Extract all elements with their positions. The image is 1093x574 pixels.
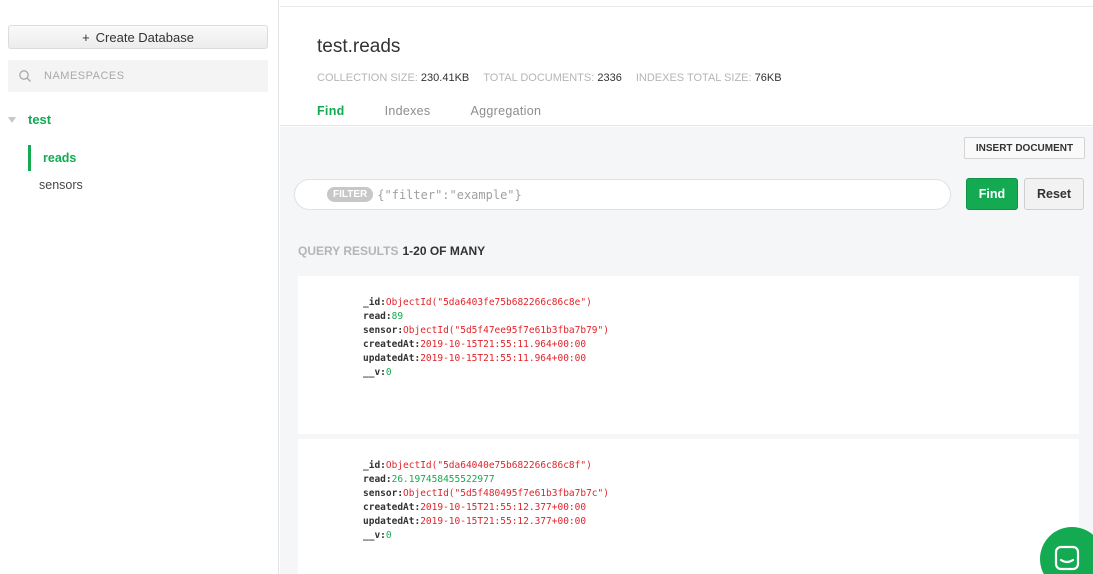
filter-input[interactable]: FILTER {"filter":"example"} — [294, 179, 951, 210]
field-key: _id: — [363, 460, 386, 471]
field-key: read: — [363, 311, 392, 322]
document-field: createdAt:2019-10-15T21:55:11.964+00:00 — [363, 338, 609, 352]
field-value: 0 — [385, 367, 392, 378]
document-fields: _id:ObjectId("5da64040e75b682266c86c8f")… — [363, 459, 609, 543]
sidebar-item-sensors[interactable]: sensors — [28, 178, 83, 192]
page-title: test.reads — [317, 36, 401, 57]
sidebar-item-database-test[interactable]: test — [8, 112, 51, 127]
document-field: updatedAt:2019-10-15T21:55:11.964+00:00 — [363, 352, 609, 366]
field-value: 2019-10-15T21:55:11.964+00:00 — [420, 353, 587, 364]
chat-icon — [1054, 545, 1080, 571]
document-field: _id:ObjectId("5da64040e75b682266c86c8f") — [363, 459, 609, 473]
divider — [280, 6, 1093, 7]
results-range: 1-20 OF MANY — [402, 244, 486, 258]
reset-button[interactable]: Reset — [1024, 178, 1084, 210]
tab-indexes[interactable]: Indexes — [385, 104, 431, 118]
stat-indexes-size: INDEXES TOTAL SIZE: 76KB — [636, 72, 782, 84]
insert-document-button[interactable]: INSERT DOCUMENT — [964, 137, 1085, 159]
find-button[interactable]: Find — [966, 178, 1018, 210]
stat-value: 2336 — [597, 72, 622, 84]
namespace-search-input[interactable]: NAMESPACES — [8, 60, 268, 92]
field-key: createdAt: — [363, 339, 421, 350]
tab-aggregation[interactable]: Aggregation — [470, 104, 541, 118]
document-field: _id:ObjectId("5da6403fe75b682266c86c8e") — [363, 296, 609, 310]
sidebar-item-reads[interactable]: reads — [28, 145, 76, 171]
document-field: read:89 — [363, 310, 609, 324]
field-key: _id: — [363, 297, 386, 308]
query-results-summary: QUERY RESULTS 1-20 OF MANY — [298, 244, 485, 258]
document-fields: _id:ObjectId("5da6403fe75b682266c86c8e")… — [363, 296, 609, 380]
document-field: createdAt:2019-10-15T21:55:12.377+00:00 — [363, 501, 609, 515]
field-value: 2019-10-15T21:55:11.964+00:00 — [420, 339, 587, 350]
field-value: ObjectId("5da6403fe75b682266c86c8e") — [385, 297, 592, 308]
stat-label: TOTAL DOCUMENTS: — [483, 72, 595, 84]
document-field: read:26.197458455522977 — [363, 473, 609, 487]
stat-value: 230.41KB — [420, 72, 470, 84]
filter-badge: FILTER — [327, 187, 374, 202]
document-card[interactable]: _id:ObjectId("5da64040e75b682266c86c8f")… — [298, 439, 1079, 574]
stat-value: 76KB — [754, 72, 782, 84]
field-value: ObjectId("5d5f480495f7e61b3fba7b7c") — [403, 488, 609, 499]
filter-placeholder: {"filter":"example"} — [377, 187, 522, 202]
field-key: createdAt: — [363, 502, 421, 513]
field-value: 2019-10-15T21:55:12.377+00:00 — [420, 502, 587, 513]
field-key: sensor: — [363, 325, 404, 336]
sidebar: + Create Database NAMESPACES test reads … — [0, 0, 279, 574]
results-label: QUERY RESULTS — [298, 244, 399, 258]
field-value: ObjectId("5d5f47ee95f7e61b3fba7b79") — [403, 325, 609, 336]
document-field: sensor:ObjectId("5d5f480495f7e61b3fba7b7… — [363, 487, 609, 501]
plus-icon: + — [82, 29, 90, 45]
stat-label: INDEXES TOTAL SIZE: — [635, 72, 752, 84]
namespace-search-placeholder: NAMESPACES — [44, 70, 125, 82]
field-value: 26.197458455522977 — [391, 474, 495, 485]
content-area: INSERT DOCUMENT FILTER {"filter":"exampl… — [280, 127, 1093, 574]
main-panel: test.reads COLLECTION SIZE: 230.41KB TOT… — [280, 0, 1093, 574]
caret-down-icon[interactable] — [8, 116, 16, 123]
field-key: sensor: — [363, 488, 404, 499]
document-field: updatedAt:2019-10-15T21:55:12.377+00:00 — [363, 515, 609, 529]
tab-find[interactable]: Find — [317, 104, 345, 118]
create-database-label: Create Database — [95, 29, 194, 45]
field-key: read: — [363, 474, 392, 485]
document-card[interactable]: _id:ObjectId("5da6403fe75b682266c86c8e")… — [298, 276, 1079, 434]
field-value: 2019-10-15T21:55:12.377+00:00 — [420, 516, 587, 527]
field-value: 89 — [391, 311, 404, 322]
create-database-button[interactable]: + Create Database — [8, 25, 268, 49]
field-key: __v: — [363, 367, 386, 378]
document-field: __v:0 — [363, 529, 609, 543]
field-value: ObjectId("5da64040e75b682266c86c8f") — [385, 460, 592, 471]
document-field: __v:0 — [363, 366, 609, 380]
field-value: 0 — [385, 530, 392, 541]
database-name: test — [28, 112, 52, 127]
collection-stats: COLLECTION SIZE: 230.41KB TOTAL DOCUMENT… — [317, 72, 782, 84]
field-key: updatedAt: — [363, 353, 421, 364]
search-icon — [19, 70, 31, 82]
stat-label: COLLECTION SIZE: — [317, 72, 418, 84]
collection-header: test.reads COLLECTION SIZE: 230.41KB TOT… — [280, 0, 1093, 126]
collection-tabs: Find Indexes Aggregation — [317, 104, 541, 118]
stat-collection-size: COLLECTION SIZE: 230.41KB — [317, 72, 469, 84]
document-field: sensor:ObjectId("5d5f47ee95f7e61b3fba7b7… — [363, 324, 609, 338]
stat-total-documents: TOTAL DOCUMENTS: 2336 — [483, 72, 622, 84]
field-key: __v: — [363, 530, 386, 541]
field-key: updatedAt: — [363, 516, 421, 527]
